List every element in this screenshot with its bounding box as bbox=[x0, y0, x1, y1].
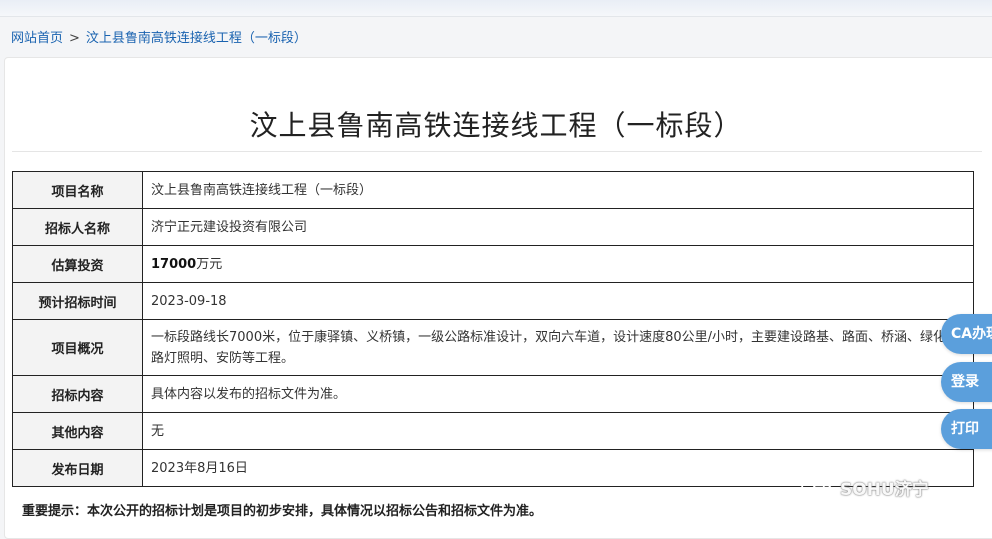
table-row: 招标人名称 济宁正元建设投资有限公司 bbox=[12, 208, 974, 246]
page-title: 汶上县鲁南高铁连接线工程（一标段） bbox=[249, 109, 743, 142]
print-button[interactable]: 打印 bbox=[941, 409, 992, 449]
table-row: 预计招标时间 2023-09-18 bbox=[12, 282, 974, 320]
top-strip bbox=[0, 0, 992, 17]
row-label-investment: 估算投资 bbox=[12, 245, 143, 283]
row-value-content: 具体内容以发布的招标文件为准。 bbox=[142, 375, 974, 413]
breadcrumb-separator: > bbox=[69, 31, 80, 46]
row-value-other: 无 bbox=[142, 412, 974, 450]
table-row: 招标内容 具体内容以发布的招标文件为准。 bbox=[12, 375, 974, 413]
investment-unit: 万元 bbox=[196, 256, 223, 272]
breadcrumb-current-link[interactable]: 汶上县鲁南高铁连接线工程（一标段） bbox=[86, 31, 307, 46]
row-label-tenderer: 招标人名称 bbox=[12, 208, 143, 246]
watermark-text: SOHU济宁 bbox=[840, 479, 929, 500]
row-value-project-name: 汶上县鲁南高铁连接线工程（一标段） bbox=[142, 171, 974, 209]
row-label-project-name: 项目名称 bbox=[12, 171, 143, 209]
login-button[interactable]: 登录 bbox=[941, 362, 992, 402]
title-divider bbox=[12, 151, 982, 152]
sohu-watermark: SOHU济宁 bbox=[800, 475, 929, 500]
project-info-table: 项目名称 汶上县鲁南高铁连接线工程（一标段） 招标人名称 济宁正元建设投资有限公… bbox=[12, 171, 974, 487]
row-label-other: 其他内容 bbox=[12, 412, 143, 450]
table-row: 其他内容 无 bbox=[12, 412, 974, 450]
row-label-publish-date: 发布日期 bbox=[12, 449, 143, 487]
row-value-overview: 一标段路线长7000米，位于康驿镇、义桥镇，一级公路标准设计，双向六车道，设计速… bbox=[142, 319, 974, 376]
table-row: 项目名称 汶上县鲁南高铁连接线工程（一标段） bbox=[12, 171, 974, 209]
row-value-tenderer: 济宁正元建设投资有限公司 bbox=[142, 208, 974, 246]
table-row: 项目概况 一标段路线长7000米，位于康驿镇、义桥镇，一级公路标准设计，双向六车… bbox=[12, 319, 974, 376]
row-label-content: 招标内容 bbox=[12, 375, 143, 413]
ca-service-button[interactable]: CA办理 bbox=[941, 314, 992, 354]
row-label-expected-time: 预计招标时间 bbox=[12, 282, 143, 320]
table-row: 估算投资 17000万元 bbox=[12, 245, 974, 283]
investment-amount: 17000 bbox=[151, 256, 197, 272]
breadcrumb: 网站首页 > 汶上县鲁南高铁连接线工程（一标段） bbox=[11, 27, 307, 46]
wechat-icon bbox=[800, 475, 834, 499]
breadcrumb-home-link[interactable]: 网站首页 bbox=[11, 31, 63, 46]
row-value-expected-time: 2023-09-18 bbox=[142, 282, 974, 320]
important-notice: 重要提示：本次公开的招标计划是项目的初步安排，具体情况以招标公告和招标文件为准。 bbox=[22, 504, 543, 519]
row-value-investment: 17000万元 bbox=[142, 245, 974, 283]
row-label-overview: 项目概况 bbox=[12, 319, 143, 376]
